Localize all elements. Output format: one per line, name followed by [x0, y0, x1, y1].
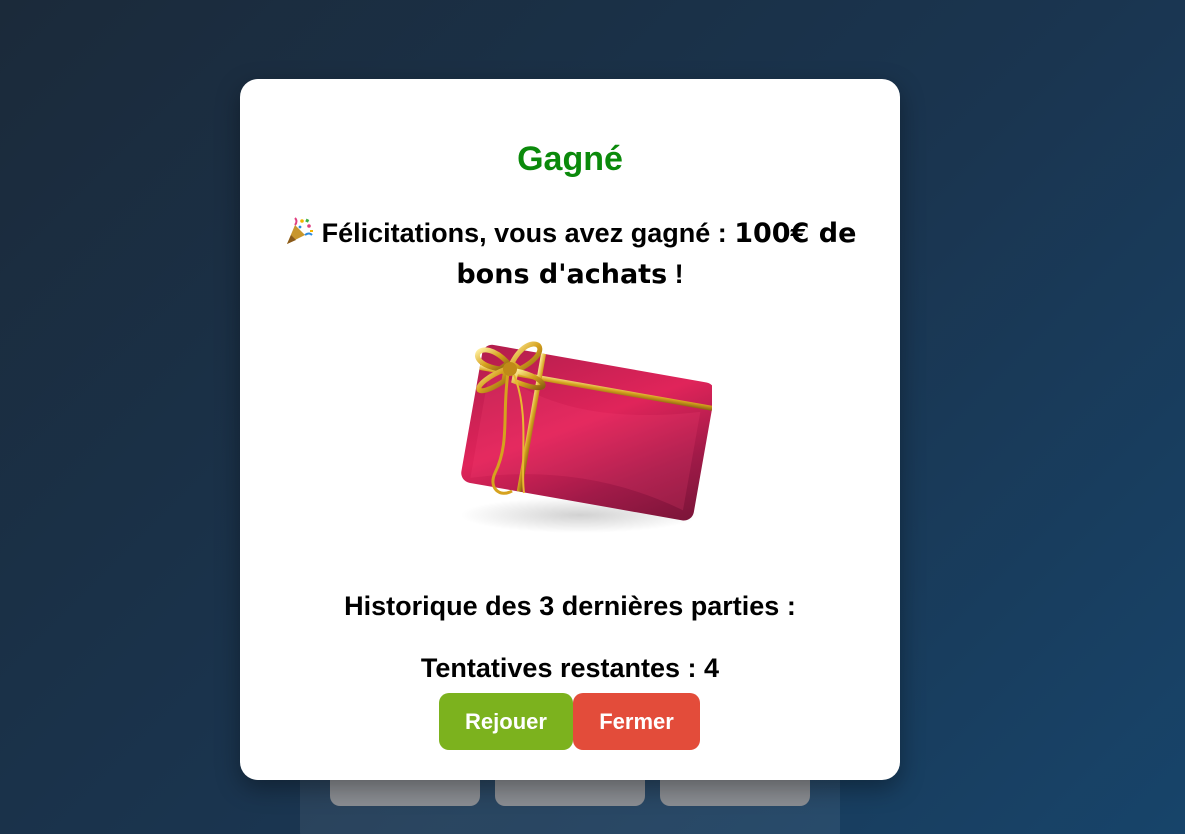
- result-modal: Gagné Félicitations, vous avez gagné : 1…: [240, 79, 900, 780]
- congrats-suffix: !: [667, 259, 684, 289]
- history-title: Historique des 3 dernières parties :: [344, 591, 796, 621]
- attempts-count: 4: [704, 653, 720, 683]
- replay-button[interactable]: Rejouer: [439, 693, 573, 750]
- congrats-text: Félicitations, vous avez gagné :: [321, 218, 735, 248]
- attempts-label: Tentatives restantes :: [420, 653, 705, 683]
- close-button[interactable]: Fermer: [573, 693, 700, 750]
- attempts-remaining: Tentatives restantes : 4: [240, 649, 900, 687]
- congrats-message: Félicitations, vous avez gagné : 100€ de…: [280, 213, 860, 295]
- modal-title: Gagné: [517, 140, 623, 178]
- gift-card-image: [440, 323, 715, 541]
- party-popper-icon: [284, 216, 314, 246]
